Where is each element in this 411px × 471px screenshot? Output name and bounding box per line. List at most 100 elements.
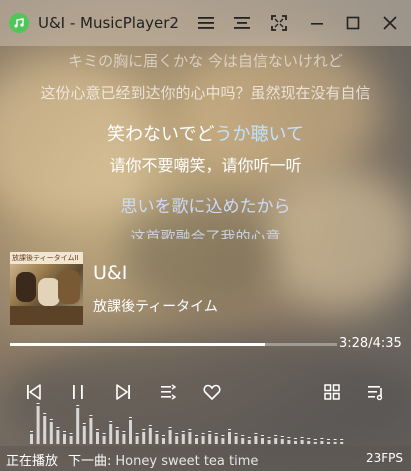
playing-status: 正在播放 <box>6 454 59 469</box>
spectrum-bar <box>175 436 179 444</box>
spectrum-bar <box>201 436 205 444</box>
spectrum-bar <box>162 438 165 444</box>
spectrum-bar <box>274 438 278 444</box>
minimize-to-mini-icon[interactable] <box>227 8 257 38</box>
spectrum-peak <box>287 437 291 438</box>
close-icon[interactable] <box>375 8 405 38</box>
lyric-current-translation: 请你不要嘲笑，请你听一听 <box>109 156 302 175</box>
spectrum-bar <box>30 434 33 444</box>
album-art-floor <box>10 306 83 325</box>
spectrum-peak <box>201 433 205 434</box>
spectrum-peak <box>254 433 258 434</box>
spectrum-peak <box>109 421 113 422</box>
spectrum-bar <box>254 436 258 444</box>
menu-icon[interactable] <box>191 8 221 38</box>
spectrum-bar <box>142 432 146 444</box>
fullscreen-icon[interactable] <box>264 8 294 38</box>
spectrum-peak <box>195 435 198 436</box>
song-title: U&I <box>93 262 128 284</box>
spectrum-bar <box>208 434 212 444</box>
spectrum-peak <box>36 403 40 404</box>
spectrum-bar <box>228 432 231 444</box>
minimize-icon[interactable] <box>302 8 332 38</box>
spectrum-bar <box>102 436 106 444</box>
spectrum-bar <box>300 440 304 444</box>
spectrum-peak <box>155 431 159 432</box>
spectrum-peak <box>247 437 251 438</box>
album-art[interactable]: 放課後ティータイムII <box>10 252 83 325</box>
spectrum-bar <box>267 440 271 444</box>
progress-bar[interactable] <box>10 343 337 346</box>
spectrum-peak <box>69 433 73 434</box>
spectrum-bar <box>313 442 317 444</box>
spectrum-peak <box>241 435 245 436</box>
spectrum-bar <box>69 436 73 444</box>
spectrum-bar <box>327 442 330 444</box>
spectrum-bar <box>340 442 344 444</box>
spectrum-peak <box>307 438 311 439</box>
status-bar: 正在播放 下一曲: Honey sweet tea time 23FPS <box>0 446 411 471</box>
spectrum-bar <box>214 436 218 444</box>
lyric-next-translation: 这首歌融合了我的心意 <box>130 228 281 239</box>
spectrum-bar <box>280 439 284 444</box>
spectrum-bar <box>76 408 80 444</box>
spectrum-peak <box>333 439 337 440</box>
spectrum-bar <box>63 434 66 444</box>
title-bar: U&I - MusicPlayer2 <box>0 0 411 46</box>
spectrum-bar <box>155 434 159 444</box>
next-song-label: 下一曲: <box>68 454 112 469</box>
spectrum-bar <box>89 418 93 444</box>
spectrum-bar <box>148 428 152 444</box>
spectrum-visualizer <box>30 403 344 444</box>
play-time: 3:28/4:35 <box>339 336 402 351</box>
spectrum-bar <box>122 434 126 444</box>
spectrum-bar <box>168 430 172 444</box>
album-art-text: 放課後ティータイムII <box>12 254 79 262</box>
spectrum-bar <box>287 440 291 444</box>
spectrum-peak <box>102 433 106 434</box>
album-art-figure <box>58 270 80 304</box>
lyric-next-original: 思いを歌に込めたから <box>120 197 291 217</box>
spectrum-peak <box>56 427 60 428</box>
lyric-sung-part: 笑わないでど <box>107 124 215 145</box>
spectrum-peak <box>340 439 344 440</box>
spectrum-peak <box>175 433 179 434</box>
lyric-unsung-part: うか聴いて <box>214 124 304 145</box>
maximize-icon[interactable] <box>338 8 368 38</box>
spectrum-bar <box>96 432 99 444</box>
spectrum-peak <box>327 439 330 440</box>
app-icon <box>9 13 29 33</box>
spectrum-peak <box>274 435 278 436</box>
spectrum-bar <box>129 420 132 444</box>
spectrum-peak <box>63 431 66 432</box>
spectrum-peak <box>43 413 47 414</box>
spectrum-peak <box>181 431 185 432</box>
spectrum-peak <box>122 431 126 432</box>
spectrum-peak <box>300 437 304 438</box>
spectrum-bar <box>82 426 86 444</box>
spectrum-peak <box>228 429 231 430</box>
spectrum-peak <box>135 433 139 434</box>
lyric-previous-translation: 这份心意已经到达你的心中吗？虽然现在没有自信 <box>40 84 371 102</box>
spectrum-peak <box>148 425 152 426</box>
spectrum-peak <box>129 417 132 418</box>
spectrum-bar <box>188 432 192 444</box>
spectrum-peak <box>280 436 284 437</box>
spectrum-peak <box>96 429 99 430</box>
spectrum-bar <box>333 442 337 444</box>
spectrum-bar <box>135 436 139 444</box>
spectrum-peak <box>221 435 225 436</box>
spectrum-bar <box>181 434 185 444</box>
spectrum-bar <box>49 422 53 444</box>
spectrum-peak <box>162 435 165 436</box>
spectrum-peak <box>261 435 264 436</box>
spectrum-bar <box>234 436 238 444</box>
artist-name: 放課後ティータイム <box>93 299 218 315</box>
album-art-figure <box>16 272 36 302</box>
spectrum-peak <box>214 433 218 434</box>
spectrum-peak <box>320 438 324 439</box>
album-art-figure <box>38 278 60 306</box>
player-window: U&I - MusicPlayer2 キミの胸に届くかな 今は自信ないけれど 这… <box>0 0 411 471</box>
spectrum-peak <box>115 427 119 428</box>
next-song-title: Honey sweet tea time <box>115 454 259 469</box>
